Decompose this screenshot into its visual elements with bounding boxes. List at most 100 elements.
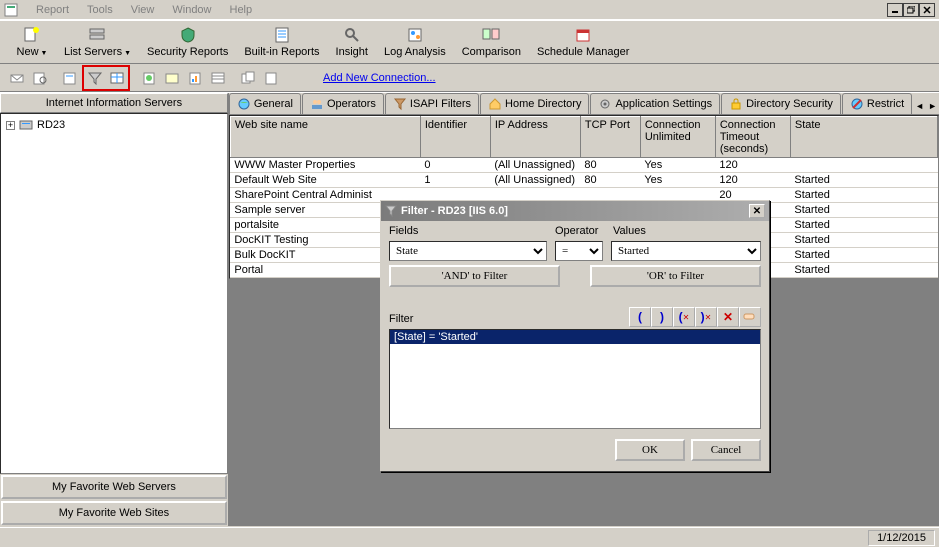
restore-button[interactable] <box>903 3 919 17</box>
column-header[interactable]: Identifier <box>420 117 490 158</box>
tab-home[interactable]: Home Directory <box>480 93 589 114</box>
table-cell: 80 <box>580 173 640 188</box>
icon-btn-2[interactable] <box>29 67 51 89</box>
window-controls <box>887 3 935 17</box>
tool-new[interactable]: New▼ <box>8 24 56 60</box>
cancel-button[interactable]: Cancel <box>691 439 761 461</box>
operator-select[interactable]: = <box>555 241 603 261</box>
dialog-title-text: Filter - RD23 [IIS 6.0] <box>401 205 508 217</box>
fav-web-servers[interactable]: My Favorite Web Servers <box>1 475 227 499</box>
tabs: General Operators ISAPI Filters Home Dir… <box>229 93 939 115</box>
column-header[interactable]: IP Address <box>490 117 580 158</box>
close-button[interactable] <box>919 3 935 17</box>
tool-security[interactable]: Security Reports <box>139 24 236 60</box>
filter-expression[interactable]: [State] = 'Started' <box>390 330 760 344</box>
column-header[interactable]: Connection Timeout (seconds) <box>715 117 790 158</box>
values-label: Values <box>613 225 761 239</box>
column-header[interactable]: Connection Unlimited <box>640 117 715 158</box>
restrict-icon <box>850 97 864 111</box>
menu-window[interactable]: Window <box>164 2 219 18</box>
table-cell: Started <box>790 263 937 278</box>
main-toolbar: New▼ List Servers▼ Security Reports Buil… <box>0 20 939 64</box>
icon-btn-6[interactable] <box>138 67 160 89</box>
icon-btn-11[interactable] <box>260 67 282 89</box>
table-row[interactable]: Default Web Site1(All Unassigned)80Yes12… <box>230 173 937 188</box>
dialog-close-button[interactable]: ✕ <box>749 204 765 218</box>
table-cell: (All Unassigned) <box>490 158 580 173</box>
grid-icon-button[interactable] <box>106 67 128 89</box>
tab-scroll-left[interactable]: ◄ <box>913 98 926 114</box>
values-select[interactable]: Started <box>611 241 761 261</box>
tool-builtin[interactable]: Built-in Reports <box>236 24 327 60</box>
icon-btn-3[interactable] <box>59 67 81 89</box>
tab-security[interactable]: Directory Security <box>721 93 841 114</box>
fav-web-sites[interactable]: My Favorite Web Sites <box>1 501 227 525</box>
filter-section-label: Filter <box>389 313 413 327</box>
tab-app[interactable]: Application Settings <box>590 93 720 114</box>
tool-schedule[interactable]: Schedule Manager <box>529 24 637 60</box>
tool-log[interactable]: Log Analysis <box>376 24 454 60</box>
tree-node-rd23[interactable]: + RD23 <box>5 118 223 132</box>
table-cell: 120 <box>715 173 790 188</box>
filter-list[interactable]: [State] = 'Started' <box>389 329 761 429</box>
filter-icon-button[interactable] <box>84 67 106 89</box>
users-icon <box>310 97 324 111</box>
new-icon <box>22 26 42 44</box>
delete-filter-button[interactable]: ✕ <box>717 307 739 327</box>
icon-btn-7[interactable] <box>161 67 183 89</box>
magnify-icon <box>342 26 362 44</box>
tree-node-label: RD23 <box>37 119 65 131</box>
menu-help[interactable]: Help <box>222 2 261 18</box>
table-cell: Started <box>790 188 937 203</box>
server-tree[interactable]: + RD23 <box>0 113 228 474</box>
paren-close-button[interactable]: ) <box>651 307 673 327</box>
table-cell: Started <box>790 233 937 248</box>
or-button[interactable]: 'OR' to Filter <box>590 265 761 287</box>
icon-btn-8[interactable] <box>184 67 206 89</box>
column-header[interactable]: TCP Port <box>580 117 640 158</box>
filter-dialog: Filter - RD23 [IIS 6.0] ✕ Fields Operato… <box>380 200 770 472</box>
add-connection-link[interactable]: Add New Connection... <box>323 72 436 84</box>
tab-general[interactable]: General <box>229 93 301 115</box>
status-date: 1/12/2015 <box>868 530 935 546</box>
table-cell: Started <box>790 248 937 263</box>
tab-isapi[interactable]: ISAPI Filters <box>385 93 479 114</box>
expand-icon[interactable]: + <box>6 121 15 130</box>
highlighted-tools <box>82 65 130 91</box>
tab-operators[interactable]: Operators <box>302 93 384 114</box>
sidebar-header[interactable]: Internet Information Servers <box>0 93 228 113</box>
tab-restrict[interactable]: Restrict <box>842 93 912 114</box>
tab-scroll-right[interactable]: ► <box>926 98 939 114</box>
icon-btn-9[interactable] <box>207 67 229 89</box>
statusbar: 1/12/2015 <box>0 527 939 547</box>
tool-comparison[interactable]: Comparison <box>454 24 529 60</box>
ok-button[interactable]: OK <box>615 439 685 461</box>
operator-label: Operator <box>555 225 605 239</box>
icon-btn-10[interactable] <box>237 67 259 89</box>
table-row[interactable]: WWW Master Properties0(All Unassigned)80… <box>230 158 937 173</box>
minimize-button[interactable] <box>887 3 903 17</box>
dialog-titlebar[interactable]: Filter - RD23 [IIS 6.0] ✕ <box>381 201 769 221</box>
paren-close-del-button[interactable]: )✕ <box>695 307 717 327</box>
menu-view[interactable]: View <box>123 2 163 18</box>
clear-filter-button[interactable] <box>739 307 761 327</box>
column-header[interactable]: State <box>790 117 937 158</box>
menu-tools[interactable]: Tools <box>79 2 121 18</box>
column-header[interactable]: Web site name <box>230 117 420 158</box>
menu-report[interactable]: Report <box>28 2 77 18</box>
fields-select[interactable]: State <box>389 241 547 261</box>
table-cell: WWW Master Properties <box>230 158 420 173</box>
table-cell: Yes <box>640 158 715 173</box>
icon-btn-1[interactable] <box>6 67 28 89</box>
lock-icon <box>729 97 743 111</box>
app-icon <box>4 3 18 17</box>
table-cell: 0 <box>420 158 490 173</box>
and-button[interactable]: 'AND' to Filter <box>389 265 560 287</box>
paren-open-button[interactable]: ( <box>629 307 651 327</box>
server-icon <box>19 119 33 131</box>
tool-insight[interactable]: Insight <box>328 24 376 60</box>
server-icon <box>88 26 108 44</box>
table-cell: Started <box>790 218 937 233</box>
paren-open-del-button[interactable]: (✕ <box>673 307 695 327</box>
tool-list-servers[interactable]: List Servers▼ <box>56 24 139 60</box>
